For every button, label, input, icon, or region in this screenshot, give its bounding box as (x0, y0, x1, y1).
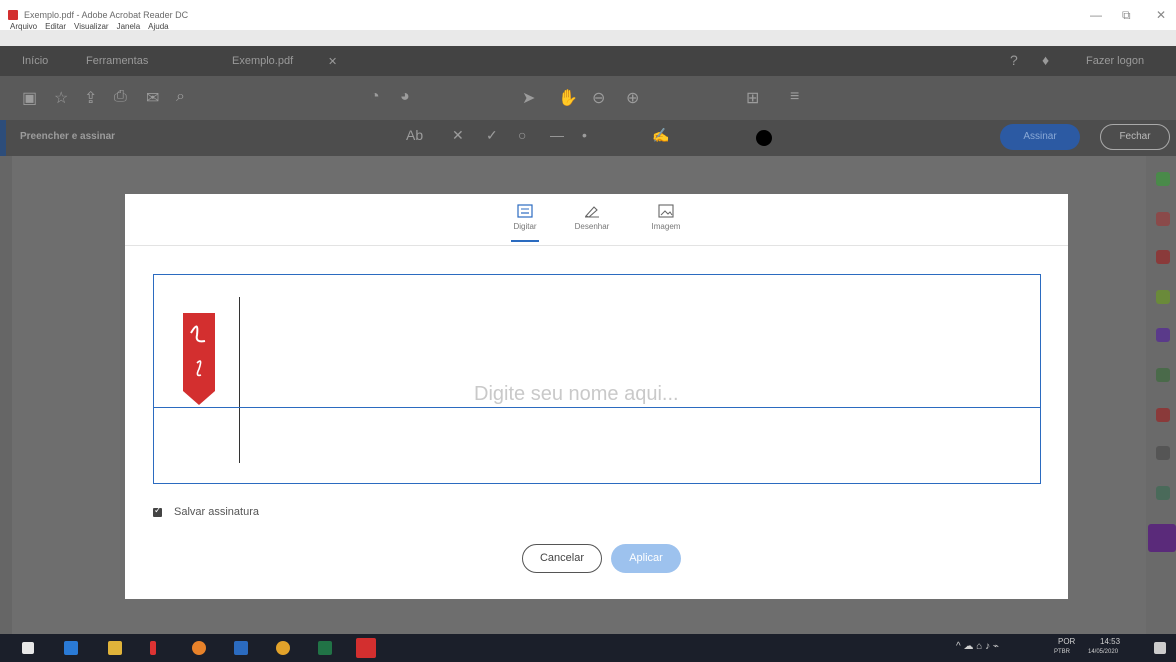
menu-janela[interactable]: Janela (117, 22, 141, 31)
organize-icon[interactable] (1156, 368, 1170, 382)
menu-arquivo[interactable]: Arquivo (10, 22, 37, 31)
text-tool-icon[interactable]: Ab (406, 127, 423, 143)
signature-mode-tabs: Digitar Desenhar Imagem (125, 194, 1068, 246)
tab-inicio[interactable]: Início (22, 55, 48, 67)
tab-bar: Início Ferramentas Exemplo.pdf ✕ ? ♦ Faz… (0, 46, 1176, 76)
acrobat-sign-bookmark-icon (183, 313, 215, 405)
print-icon[interactable]: ⎙ (114, 88, 127, 106)
signature-placeholder: Digite seu nome aqui... (474, 383, 679, 405)
acrobat-app-icon (8, 10, 18, 20)
windows-taskbar: ^ ☁ ⌂ ♪ ⌁ POR PTBR 14:53 14/05/2020 (0, 634, 1176, 662)
excel-icon[interactable] (318, 641, 332, 655)
chrome-icon[interactable] (276, 641, 290, 655)
upload-icon[interactable]: ⇪ (84, 88, 97, 108)
tab-ferramentas[interactable]: Ferramentas (86, 55, 148, 67)
close-window-button[interactable]: ✕ (1156, 8, 1166, 22)
apply-button[interactable]: Aplicar (611, 544, 681, 573)
edge-browser-icon[interactable] (64, 641, 78, 655)
page-up-icon[interactable]: ◔ (370, 88, 380, 106)
left-rail (0, 156, 12, 634)
tab-digitar[interactable]: Digitar (495, 204, 555, 242)
scan-icon[interactable] (1156, 486, 1170, 500)
keyboard-icon (517, 204, 533, 218)
sign-self-icon[interactable]: ✍ (652, 127, 669, 144)
zoom-in-icon[interactable]: ⊕ (626, 88, 639, 108)
dot-tool-icon[interactable]: • (582, 127, 587, 143)
image-icon (658, 204, 674, 218)
cross-mark-icon[interactable]: ✕ (452, 127, 464, 144)
export-pdf-icon[interactable] (1156, 172, 1170, 186)
tab-desenhar[interactable]: Desenhar (562, 204, 622, 231)
windows-start-icon[interactable] (22, 642, 34, 654)
acrobat-taskbar-icon[interactable] (356, 638, 376, 658)
text-caret (239, 297, 240, 463)
menu-ajuda[interactable]: Ajuda (148, 22, 168, 31)
maximize-button[interactable]: ⧉ (1122, 8, 1131, 23)
mail-icon[interactable]: ✉ (146, 88, 159, 108)
menu-bar: Arquivo Editar Visualizar Janela Ajuda (10, 22, 169, 31)
right-tools-rail (1146, 156, 1176, 634)
zoom-out-icon[interactable]: ⊖ (592, 88, 605, 108)
edit-pdf-icon[interactable] (1156, 250, 1170, 264)
pen-draw-icon (585, 206, 599, 218)
tab-desenhar-label: Desenhar (574, 222, 610, 231)
comment-tool-icon[interactable] (1156, 290, 1170, 304)
circle-tool-icon[interactable]: ○ (518, 127, 526, 143)
firefox-icon[interactable] (192, 641, 206, 655)
save-signature-checkbox[interactable] (153, 505, 162, 517)
signature-input-area[interactable]: Digite seu nome aqui... (153, 274, 1041, 484)
main-toolbar: ▣ ☆ ⇪ ⎙ ✉ ⌕ ◔ ◕ ➤ ✋ ⊖ ⊕ ⊞ ≡ (0, 76, 1176, 120)
word-icon[interactable] (234, 641, 248, 655)
app-icon-red[interactable] (150, 641, 156, 655)
tab-close-icon[interactable]: ✕ (328, 55, 337, 68)
line-tool-icon[interactable]: — (550, 127, 564, 143)
select-cursor-icon[interactable]: ➤ (522, 88, 535, 108)
file-explorer-icon[interactable] (108, 641, 122, 655)
protect-icon[interactable] (1156, 446, 1170, 460)
tab-imagem[interactable]: Imagem (636, 204, 696, 231)
language-sub-indicator[interactable]: PTBR (1054, 649, 1070, 655)
color-picker-icon[interactable] (756, 130, 772, 146)
help-icon[interactable]: ? (1010, 52, 1018, 68)
notifications-icon[interactable]: ♦ (1042, 52, 1049, 68)
window-title: Exemplo.pdf - Adobe Acrobat Reader DC (24, 10, 189, 20)
minimize-button[interactable]: — (1090, 8, 1102, 22)
create-pdf-icon[interactable] (1156, 212, 1170, 226)
signature-baseline (154, 407, 1040, 408)
save-icon[interactable]: ▣ (22, 88, 37, 108)
fit-page-icon[interactable]: ⊞ (746, 88, 759, 108)
menu-editar[interactable]: Editar (45, 22, 66, 31)
save-signature-row: Salvar assinatura (153, 505, 259, 518)
tab-imagem-label: Imagem (651, 222, 681, 231)
save-signature-label[interactable]: Salvar assinatura (174, 506, 259, 518)
assinar-button[interactable]: Assinar (1000, 124, 1080, 150)
tab-digitar-label: Digitar (513, 222, 537, 231)
notification-center-icon[interactable] (1154, 642, 1166, 654)
menu-visualizar[interactable]: Visualizar (74, 22, 109, 31)
sign-in-link[interactable]: Fazer logon (1086, 55, 1144, 67)
send-sign-icon[interactable] (1156, 408, 1170, 422)
language-indicator[interactable]: POR (1058, 637, 1075, 646)
star-icon[interactable]: ☆ (54, 88, 68, 108)
combine-icon[interactable] (1156, 328, 1170, 342)
tray-icons[interactable]: ^ ☁ ⌂ ♪ ⌁ (956, 641, 999, 652)
fechar-button[interactable]: Fechar (1100, 124, 1170, 150)
comment-icon[interactable]: ≡ (790, 88, 799, 106)
clock-date[interactable]: 14/05/2020 (1088, 649, 1118, 655)
tab-document[interactable]: Exemplo.pdf (232, 55, 293, 67)
clock-time[interactable]: 14:53 (1100, 637, 1120, 646)
cancel-button[interactable]: Cancelar (522, 544, 602, 573)
page-down-icon[interactable]: ◕ (400, 88, 410, 106)
fill-sign-rail-icon[interactable] (1148, 524, 1176, 552)
fill-sign-title: Preencher e assinar (20, 131, 116, 142)
check-mark-icon[interactable]: ✓ (486, 127, 498, 144)
signature-dialog: Digitar Desenhar Imagem Digite seu nome … (125, 194, 1068, 599)
title-bar: Exemplo.pdf - Adobe Acrobat Reader DC Ar… (0, 0, 1176, 31)
search-icon[interactable]: ⌕ (176, 88, 185, 106)
hand-tool-icon[interactable]: ✋ (558, 88, 578, 108)
